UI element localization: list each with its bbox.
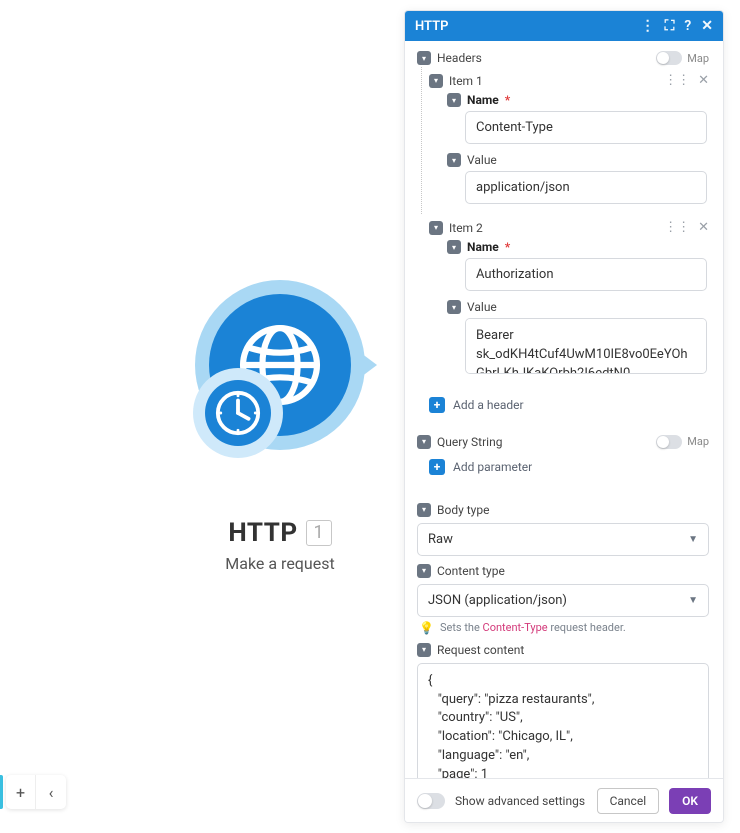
field-value-label: Value	[467, 153, 709, 167]
bulb-icon: 💡	[419, 621, 434, 635]
header-item-1: ▾ Item 1 ⋮⋮ ✕ ▾ Name*	[429, 67, 721, 214]
chevron-down-icon[interactable]: ▾	[429, 221, 443, 235]
clock-badge	[193, 368, 283, 458]
panel-title: HTTP	[415, 19, 641, 34]
panel-body[interactable]: ▾ Headers Map ▾ Item 1 ⋮⋮ ✕	[405, 41, 723, 778]
header2-value-input[interactable]	[465, 318, 707, 374]
chevron-down-icon[interactable]: ▾	[447, 153, 461, 167]
expand-icon[interactable]: ⛶	[665, 18, 675, 34]
plus-icon: +	[429, 397, 445, 413]
chevron-down-icon[interactable]: ▾	[447, 300, 461, 314]
add-header-label: Add a header	[453, 398, 524, 412]
add-header-row[interactable]: + Add a header	[429, 391, 709, 419]
advanced-settings-label: Show advanced settings	[455, 794, 587, 808]
item2-label: Item 2	[449, 221, 658, 235]
header2-name-input[interactable]	[465, 258, 707, 291]
remove-item-icon[interactable]: ✕	[698, 73, 709, 88]
drag-handle-icon[interactable]: ⋮⋮	[664, 220, 690, 235]
chevron-down-icon[interactable]: ▾	[447, 240, 461, 254]
clock-inner	[205, 380, 271, 446]
headers-label: Headers	[437, 51, 650, 65]
more-icon[interactable]: ⋮	[641, 18, 655, 34]
node-number: 1	[306, 520, 332, 546]
http-node-icon-wrapper	[180, 280, 380, 500]
chevron-down-icon[interactable]: ▾	[417, 51, 431, 65]
node-title: HTTP	[228, 518, 297, 548]
requestcontent-input[interactable]	[417, 663, 709, 778]
back-button[interactable]: ‹	[36, 775, 66, 809]
canvas-toolbar: + ‹	[6, 775, 66, 809]
header1-value-input[interactable]	[465, 171, 707, 204]
remove-item-icon[interactable]: ✕	[698, 220, 709, 235]
add-parameter-row[interactable]: + Add parameter	[429, 453, 709, 481]
chevron-down-icon[interactable]: ▾	[417, 435, 431, 449]
close-icon[interactable]: ✕	[701, 18, 713, 34]
caret-down-icon: ▼	[688, 595, 698, 606]
add-parameter-label: Add parameter	[453, 460, 532, 474]
item1-label: Item 1	[449, 74, 658, 88]
chevron-down-icon[interactable]: ▾	[429, 74, 443, 88]
bodytype-value: Raw	[428, 532, 453, 547]
drag-handle-icon[interactable]: ⋮⋮	[664, 73, 690, 88]
requestcontent-label: Request content	[437, 643, 697, 657]
caret-down-icon: ▼	[688, 534, 698, 545]
chevron-down-icon[interactable]: ▾	[417, 564, 431, 578]
headers-map-toggle[interactable]	[656, 51, 682, 65]
clock-icon	[214, 389, 262, 437]
querystring-map-toggle[interactable]	[656, 435, 682, 449]
chevron-down-icon[interactable]: ▾	[447, 93, 461, 107]
accent-stripe	[0, 775, 3, 809]
contenttype-label: Content type	[437, 564, 697, 578]
http-node[interactable]: HTTP 1 Make a request	[180, 250, 380, 573]
http-config-panel: HTTP ⋮ ⛶ ? ✕ ▾ Headers Map ▾	[404, 10, 724, 823]
contenttype-select[interactable]: JSON (application/json) ▼	[417, 584, 709, 617]
field-value-label: Value	[467, 300, 709, 314]
node-subtitle: Make a request	[180, 554, 380, 573]
plus-icon: +	[429, 459, 445, 475]
bodytype-label: Body type	[437, 503, 697, 517]
help-icon[interactable]: ?	[684, 18, 691, 34]
field-name-label: Name	[467, 240, 499, 254]
ok-button[interactable]: OK	[669, 788, 711, 814]
panel-header: HTTP ⋮ ⛶ ? ✕	[405, 11, 723, 41]
field-name-label: Name	[467, 93, 499, 107]
querystring-label: Query String	[437, 435, 650, 449]
querystring-map-label: Map	[687, 435, 709, 448]
header-item-2: ▾ Item 2 ⋮⋮ ✕ ▾ Name*	[429, 214, 721, 387]
bodytype-select[interactable]: Raw ▼	[417, 523, 709, 556]
workflow-canvas[interactable]: HTTP 1 Make a request	[0, 0, 390, 833]
cancel-button[interactable]: Cancel	[597, 788, 660, 814]
add-node-button[interactable]: +	[6, 775, 36, 809]
node-bubble	[195, 280, 365, 450]
headers-map-label: Map	[687, 52, 709, 65]
advanced-settings-toggle[interactable]	[417, 793, 445, 809]
chevron-down-icon[interactable]: ▾	[417, 643, 431, 657]
header1-name-input[interactable]	[465, 111, 707, 144]
contenttype-hint: 💡 Sets the Content-Type request header.	[417, 617, 709, 635]
speech-pointer	[357, 350, 377, 380]
chevron-down-icon[interactable]: ▾	[417, 503, 431, 517]
panel-footer: Show advanced settings Cancel OK	[405, 778, 723, 822]
contenttype-value: JSON (application/json)	[428, 593, 567, 608]
